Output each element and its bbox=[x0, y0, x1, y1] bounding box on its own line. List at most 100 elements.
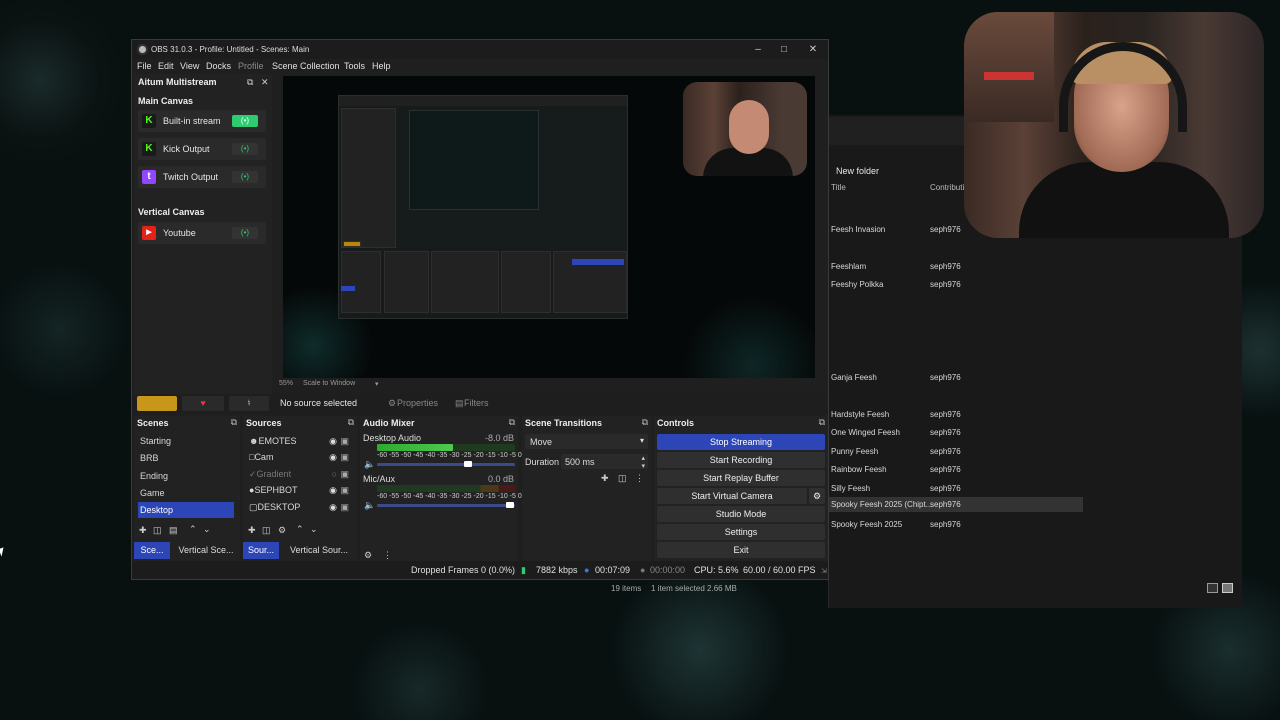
trash-icon[interactable]: ◫ bbox=[153, 525, 162, 536]
eye-slash-icon[interactable]: ○ bbox=[332, 469, 337, 479]
audio-icon[interactable]: ♮ bbox=[229, 396, 269, 411]
stream-toggle-button[interactable]: (•) bbox=[232, 171, 258, 183]
scene-item-selected[interactable]: Desktop bbox=[138, 502, 234, 518]
studio-mode-button[interactable]: Studio Mode bbox=[657, 506, 825, 522]
scene-item[interactable]: BRB bbox=[138, 450, 234, 466]
close-icon[interactable]: ✕ bbox=[802, 42, 824, 57]
add-scene-icon[interactable]: ✚ bbox=[139, 525, 147, 536]
menu-view[interactable]: View bbox=[180, 61, 199, 71]
float-dock-icon[interactable]: ⧉ bbox=[642, 417, 648, 428]
heart-icon[interactable]: ♥ bbox=[182, 396, 224, 411]
stop-streaming-button[interactable]: Stop Streaming bbox=[657, 434, 825, 450]
start-replay-buffer-button[interactable]: Start Replay Buffer bbox=[657, 470, 825, 486]
source-item[interactable]: □Cam ◉ ▣ bbox=[247, 449, 353, 465]
duration-spinbox[interactable]: 500 ms ▴ ▾ bbox=[561, 454, 648, 470]
file-row[interactable]: Spooky Feesh 2025 seph976 bbox=[829, 517, 1083, 532]
mixer-settings-icon[interactable]: ⚙ bbox=[364, 550, 372, 561]
file-row[interactable]: Hardstyle Feesh seph976 bbox=[829, 407, 1083, 422]
lock-icon[interactable]: ▣ bbox=[340, 502, 349, 513]
title-bar[interactable]: OBS 31.0.3 - Profile: Untitled - Scenes:… bbox=[132, 40, 828, 59]
stream-toggle-button[interactable]: (•) bbox=[232, 143, 258, 155]
trash-icon[interactable]: ◫ bbox=[262, 525, 271, 536]
exit-button[interactable]: Exit bbox=[657, 542, 825, 558]
add-transition-icon[interactable]: ✚ bbox=[601, 473, 609, 484]
lock-icon[interactable]: ▣ bbox=[340, 469, 349, 480]
trash-icon[interactable]: ◫ bbox=[618, 473, 627, 484]
more-options-icon[interactable]: ⋮ bbox=[383, 550, 392, 561]
scene-item[interactable]: Ending bbox=[138, 468, 234, 484]
tab-vertical-scenes[interactable]: Vertical Sce... bbox=[172, 542, 240, 559]
filters-button[interactable]: Filters bbox=[464, 398, 489, 408]
float-dock-icon[interactable]: ⧉ bbox=[247, 77, 253, 88]
scene-item[interactable]: Game bbox=[138, 485, 234, 501]
lock-icon[interactable]: ▣ bbox=[340, 485, 349, 496]
more-options-icon[interactable]: ⋮ bbox=[635, 473, 644, 484]
move-down-icon[interactable]: ⌄ bbox=[310, 524, 318, 535]
column-title[interactable]: Title bbox=[831, 183, 846, 192]
preview-canvas[interactable] bbox=[283, 76, 815, 378]
add-source-icon[interactable]: ✚ bbox=[248, 525, 256, 536]
float-dock-icon[interactable]: ⧉ bbox=[348, 417, 354, 428]
eye-icon[interactable]: ◉ bbox=[329, 436, 337, 447]
menu-edit[interactable]: Edit bbox=[158, 61, 174, 71]
transition-select[interactable]: Move ▾ bbox=[525, 434, 648, 449]
float-dock-icon[interactable]: ⧉ bbox=[509, 417, 515, 428]
move-up-icon[interactable]: ⌃ bbox=[296, 524, 304, 535]
file-row[interactable]: Ganja Feesh seph976 bbox=[829, 370, 1083, 385]
slider-handle[interactable] bbox=[464, 461, 472, 467]
new-folder-button[interactable]: New folder bbox=[836, 166, 879, 176]
mic-volume-slider[interactable] bbox=[377, 504, 515, 507]
stepper-icon[interactable]: ▴ ▾ bbox=[641, 454, 645, 470]
stream-toggle-button[interactable]: (•) bbox=[232, 227, 258, 239]
file-row-selected[interactable]: Spooky Feesh 2025 (Chipt... seph976 bbox=[829, 497, 1083, 512]
file-row[interactable]: One Winged Feesh seph976 bbox=[829, 425, 1083, 440]
color-swatch-button[interactable] bbox=[137, 396, 177, 411]
file-row[interactable]: Feeshlam seph976 bbox=[829, 259, 1083, 274]
source-item[interactable]: ☻EMOTES ◉ ▣ bbox=[247, 433, 353, 449]
gear-icon[interactable]: ⚙ bbox=[278, 525, 286, 536]
float-dock-icon[interactable]: ⧉ bbox=[231, 417, 237, 428]
desktop-volume-slider[interactable] bbox=[377, 463, 515, 466]
speaker-icon[interactable]: 🔈 bbox=[364, 500, 375, 511]
move-down-icon[interactable]: ⌄ bbox=[203, 524, 211, 535]
lock-icon[interactable]: ▣ bbox=[340, 436, 349, 447]
file-row[interactable]: Rainbow Feesh seph976 bbox=[829, 462, 1083, 477]
minimize-icon[interactable]: – bbox=[747, 42, 769, 57]
stream-toggle-button[interactable]: (•) bbox=[232, 115, 258, 127]
virtual-camera-gear-icon[interactable]: ⚙ bbox=[809, 488, 825, 504]
file-row[interactable]: Feeshy Polkka seph976 bbox=[829, 277, 1083, 292]
float-dock-icon[interactable]: ⧉ bbox=[819, 417, 825, 428]
tiles-view-icon[interactable] bbox=[1222, 583, 1233, 593]
settings-button[interactable]: Settings bbox=[657, 524, 825, 540]
tab-sources[interactable]: Sour... bbox=[243, 542, 279, 559]
details-view-icon[interactable] bbox=[1207, 583, 1218, 593]
lock-icon[interactable]: ▣ bbox=[340, 452, 349, 463]
column-contributing[interactable]: Contributi bbox=[930, 183, 964, 192]
menu-scene-collection[interactable]: Scene Collection bbox=[272, 61, 340, 71]
start-virtual-camera-button[interactable]: Start Virtual Camera bbox=[657, 488, 807, 504]
file-row[interactable]: Silly Feesh seph976 bbox=[829, 481, 1083, 496]
maximize-icon[interactable]: □ bbox=[773, 42, 795, 57]
source-item[interactable]: ●SEPHBOT ◉ ▣ bbox=[247, 482, 353, 498]
menu-profile[interactable]: Profile bbox=[238, 61, 264, 71]
speaker-icon[interactable]: 🔈 bbox=[364, 459, 375, 470]
eye-icon[interactable]: ◉ bbox=[329, 452, 337, 463]
zoom-indicator[interactable]: 55% Scale to Window ▾ bbox=[279, 380, 379, 388]
close-dock-icon[interactable]: ✕ bbox=[261, 77, 269, 88]
source-item-hidden[interactable]: ✓Gradient ○ ▣ bbox=[247, 466, 353, 482]
scene-filters-icon[interactable]: ▤ bbox=[169, 525, 178, 536]
menu-tools[interactable]: Tools bbox=[344, 61, 365, 71]
chevron-down-icon[interactable]: ▾ bbox=[375, 380, 379, 388]
start-recording-button[interactable]: Start Recording bbox=[657, 452, 825, 468]
menu-help[interactable]: Help bbox=[372, 61, 391, 71]
move-up-icon[interactable]: ⌃ bbox=[189, 524, 197, 535]
scene-item[interactable]: Starting bbox=[138, 433, 234, 449]
tab-vertical-sources[interactable]: Vertical Sour... bbox=[281, 542, 357, 559]
eye-icon[interactable]: ◉ bbox=[329, 502, 337, 513]
file-row[interactable]: Punny Feesh seph976 bbox=[829, 444, 1083, 459]
tab-scenes[interactable]: Sce... bbox=[134, 542, 170, 559]
menu-file[interactable]: File bbox=[137, 61, 152, 71]
properties-button[interactable]: Properties bbox=[397, 398, 438, 408]
slider-handle[interactable] bbox=[506, 502, 514, 508]
menu-docks[interactable]: Docks bbox=[206, 61, 231, 71]
